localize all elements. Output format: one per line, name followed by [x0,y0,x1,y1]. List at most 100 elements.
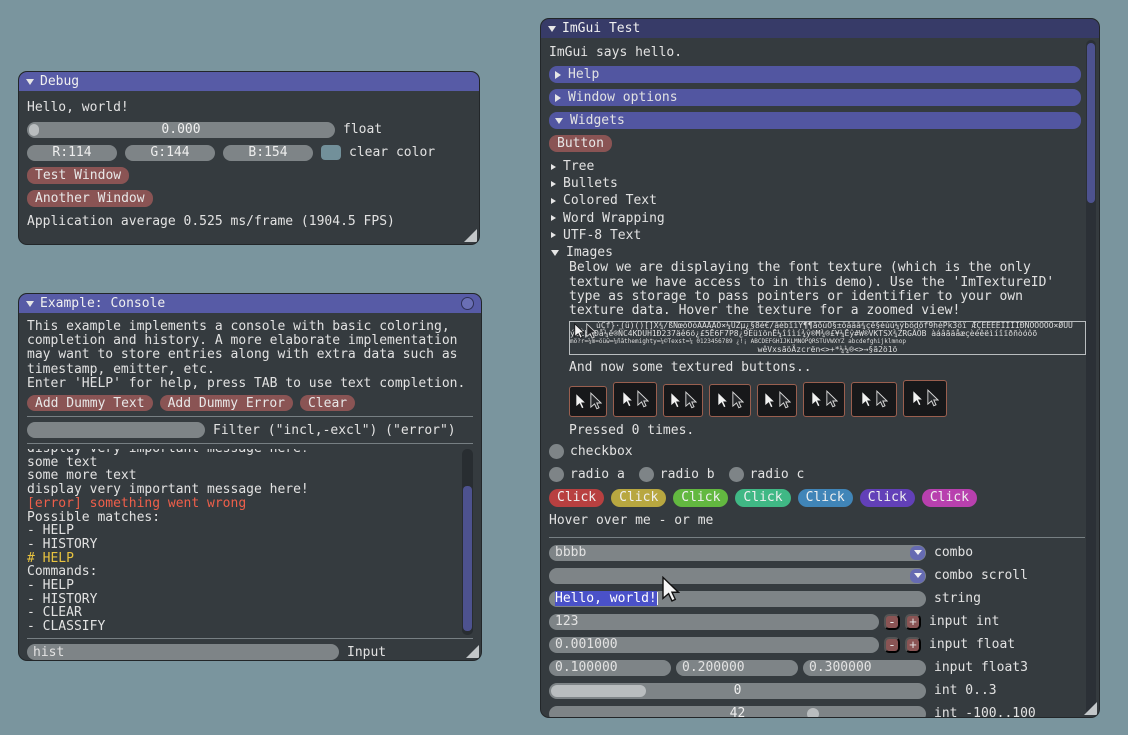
collapse-arrow-icon [555,71,561,79]
image-button-8[interactable] [903,380,947,417]
radio-a-label: radio a [570,467,625,482]
header-label: Help [568,67,599,82]
string-input-label: string [934,591,981,606]
console-log[interactable]: display very important message here! som… [27,449,473,635]
another-window-button[interactable]: Another Window [27,190,153,207]
float-slider[interactable]: 0.000 [27,122,335,138]
description-line: Below we are displaying the font texture… [569,261,1081,275]
log-line: some more text [27,469,473,483]
log-line: - HISTORY [27,593,473,607]
slider-value: 0.000 [27,122,335,137]
click-button-2[interactable]: Click [611,489,666,507]
click-button-6[interactable]: Click [860,489,915,507]
image-button-3[interactable] [663,384,703,417]
filter-input[interactable] [27,422,205,438]
image-button-5[interactable] [757,384,797,417]
float-input[interactable]: 0.001000 [549,637,879,653]
header-help[interactable]: Help [549,66,1081,83]
color-drag-r[interactable]: R:114 [27,145,117,161]
image-button-2[interactable] [613,382,657,417]
int-input[interactable]: 123 [549,614,879,630]
float3-x-value: 0.100000 [549,660,618,675]
tree-label: Bullets [563,176,618,191]
decrement-button[interactable]: - [884,637,900,653]
clear-button[interactable]: Clear [300,395,355,411]
radio-b[interactable] [639,467,654,482]
imgui-test-titlebar[interactable]: ImGui Test [541,19,1099,38]
log-line: Commands: [27,565,473,579]
combo-label: combo [934,545,973,560]
image-button-7[interactable] [851,382,897,417]
click-button-1[interactable]: Click [549,489,604,507]
float3-input-x[interactable]: 0.100000 [549,660,671,676]
color-drag-r-value: R:114 [27,145,117,160]
tree-node-tree[interactable]: Tree [549,158,1081,175]
log-scrollbar-grab[interactable] [463,486,472,631]
intro-line: completion and history. A more elaborate… [27,334,473,348]
increment-button[interactable]: + [905,637,921,653]
color-swatch[interactable] [321,145,341,160]
tree-label: UTF-8 Text [563,228,641,243]
color-drag-g-value: G:144 [125,145,215,160]
collapse-arrow-icon[interactable] [26,79,34,85]
tree-node-colored-text[interactable]: Colored Text [549,192,1081,209]
color-drag-b[interactable]: B:154 [223,145,313,161]
console-titlebar[interactable]: Example: Console [19,294,481,313]
log-line: some text [27,456,473,470]
tree-node-word-wrapping[interactable]: Word Wrapping [549,210,1081,227]
window-scrollbar[interactable] [1086,40,1096,714]
collapse-arrow-icon[interactable] [548,26,556,32]
radio-a[interactable] [549,467,564,482]
window-scrollbar-grab[interactable] [1087,43,1095,203]
combo-arrow-button[interactable] [910,546,925,560]
hover-text: Hover over me - or me [549,512,1081,529]
int-slider[interactable]: 0 [549,683,926,699]
test-window-button[interactable]: Test Window [27,167,129,184]
console-input[interactable]: hist [27,644,339,660]
combo-arrow-button[interactable] [910,569,925,583]
log-scrollbar[interactable] [462,449,473,635]
collapse-arrow-icon[interactable] [26,301,34,307]
int-range-slider[interactable]: 42 [549,706,926,719]
radio-c-label: radio c [750,467,805,482]
checkbox-row[interactable]: checkbox [549,443,1081,461]
collapse-arrow-icon [555,118,563,124]
debug-window: Debug Hello, world! 0.000 float R:114 G:… [18,71,480,245]
close-button[interactable] [461,297,474,310]
decrement-button[interactable]: - [884,614,900,630]
header-window-options[interactable]: Window options [549,89,1081,106]
header-widgets[interactable]: Widgets [549,112,1081,129]
tree-node-bullets[interactable]: Bullets [549,175,1081,192]
resize-grip[interactable] [464,229,477,242]
radio-c[interactable] [729,467,744,482]
tree-node-utf8-text[interactable]: UTF-8 Text [549,227,1081,244]
int-range-slider-label: int -100..100 [934,706,1036,718]
log-line: display very important message here! [27,483,473,497]
click-button-3[interactable]: Click [673,489,728,507]
string-input[interactable]: Hello, world! [549,591,926,607]
image-button-1[interactable] [569,386,607,417]
combo-scroll-box[interactable] [549,568,926,584]
debug-titlebar[interactable]: Debug [19,72,479,91]
click-button-4[interactable]: Click [735,489,790,507]
checkbox[interactable] [549,444,564,459]
font-texture-image[interactable]: úÇf}·(ü)()[]X¾/ßNœòÒóÂÃÅÄÖ×¼ÙŽµ¿§8é€/åèb… [569,321,1086,355]
color-drag-g[interactable]: G:144 [125,145,215,161]
button-widget[interactable]: Button [549,135,612,152]
resize-grip[interactable] [466,645,479,658]
int-input-label: input int [929,614,999,629]
add-dummy-text-button[interactable]: Add Dummy Text [27,395,153,411]
float3-input-y[interactable]: 0.200000 [676,660,798,676]
chevron-down-icon [914,550,922,555]
click-button-7[interactable]: Click [922,489,977,507]
add-dummy-error-button[interactable]: Add Dummy Error [160,395,293,411]
click-button-5[interactable]: Click [798,489,853,507]
float3-input-z[interactable]: 0.300000 [803,660,926,676]
increment-button[interactable]: + [905,614,921,630]
string-input-value: Hello, world! [555,591,657,606]
tree-node-images[interactable]: Images [549,244,1081,261]
combo-box[interactable]: bbbb [549,545,926,561]
image-button-4[interactable] [709,384,751,417]
resize-grip[interactable] [1084,702,1097,715]
image-button-6[interactable] [803,382,845,417]
